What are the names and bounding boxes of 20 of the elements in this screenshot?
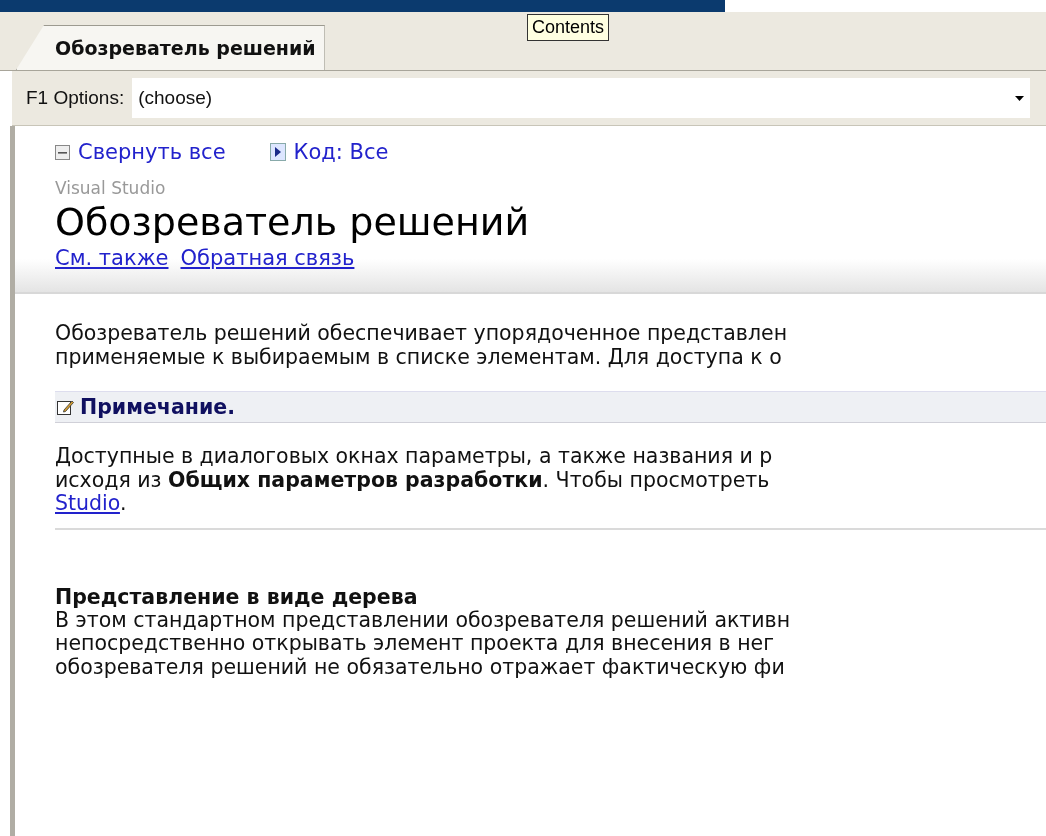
- header-link[interactable]: Свернуть все: [55, 140, 226, 164]
- header-link[interactable]: Обратная связь: [180, 246, 355, 270]
- tooltip: Contents: [527, 14, 610, 41]
- intro-paragraph: Обозреватель решений обеспечивает упорядоченное представлен применяемые к выбираемым в списке элементам. Для доступа к о: [55, 322, 789, 369]
- note-paragraph: Доступные в диалоговых окнах параметры, а также названия и р исходя из Общих параметров разработки. Чтобы просмотреть Studio.: [55, 445, 774, 516]
- page-title: Обозреватель решений: [55, 200, 531, 244]
- pencil-icon: [57, 398, 74, 416]
- section-heading: Представление в виде дерева: [55, 584, 419, 609]
- product-name: Visual Studio: [55, 178, 167, 198]
- studio-link[interactable]: Studio: [55, 491, 120, 515]
- header-link[interactable]: См. также: [55, 246, 169, 270]
- collapse-icon: [55, 144, 70, 160]
- options-dropdown[interactable]: (choose): [132, 78, 1030, 118]
- note-title: Примечание.: [80, 395, 235, 419]
- options-label: F1 Options:: [26, 87, 125, 109]
- caret-icon: [1015, 95, 1024, 101]
- tab[interactable]: Обозреватель решений: [16, 25, 325, 70]
- section-paragraph: В этом стандартном представлении обозревателя решений активн непосредственно открывать элемент проекта для внесения в нег обозревателя решений не обязательно отражает фактическую фи: [55, 608, 792, 679]
- play-icon: [269, 143, 286, 161]
- header-link[interactable]: Код: Все: [269, 140, 389, 164]
